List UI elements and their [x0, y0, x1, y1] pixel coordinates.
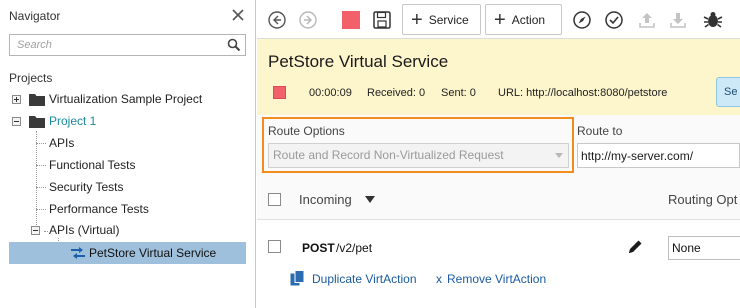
pencil-icon[interactable] — [627, 238, 644, 255]
save-icon[interactable] — [372, 10, 392, 30]
route-to-label: Route to — [577, 124, 623, 138]
tree-connector — [36, 187, 46, 188]
tree-item-project-1[interactable]: Project 1 — [0, 111, 256, 132]
tree-item-label: APIs (Virtual) — [49, 223, 120, 237]
chevron-down-icon — [555, 153, 563, 158]
service-header: PetStore Virtual Service 00:00:09 Receiv… — [257, 39, 740, 115]
checkmark-icon[interactable] — [604, 10, 624, 30]
stop-icon[interactable] — [341, 10, 361, 30]
compass-icon[interactable] — [572, 10, 592, 30]
navigator-title: Navigator — [9, 9, 61, 23]
forward-icon[interactable] — [298, 10, 318, 30]
back-icon[interactable] — [267, 10, 287, 30]
tree-connector — [36, 131, 37, 231]
page-title: PetStore Virtual Service — [268, 52, 449, 71]
select-all-checkbox[interactable] — [268, 193, 281, 206]
service-url: URL: http://localhost:8080/petstore — [498, 87, 668, 99]
upload-icon[interactable] — [637, 10, 657, 30]
toolbar: + Service + Action — [257, 0, 740, 39]
add-service-icon: + — [411, 8, 423, 31]
tree-item-label: Functional Tests — [49, 158, 136, 172]
close-icon[interactable] — [230, 7, 246, 23]
folder-icon — [29, 115, 45, 128]
add-action-button[interactable]: + Action — [485, 4, 562, 35]
add-action-label: Action — [511, 12, 546, 27]
row-checkbox[interactable] — [268, 240, 281, 253]
virtual-service-icon — [70, 246, 86, 260]
route-options-dropdown[interactable]: Route and Record Non-Virtualized Request — [268, 143, 569, 168]
tree-item-apis-virtual[interactable]: APIs (Virtual) — [31, 220, 251, 241]
tree-item-petstore-virtual-service[interactable]: PetStore Virtual Service — [9, 242, 246, 264]
route-options-value: Route and Record Non-Virtualized Request — [273, 148, 504, 162]
routing-option-value: None — [672, 241, 701, 255]
tree-connector — [36, 209, 46, 210]
table-row — [257, 221, 740, 308]
bug-icon[interactable] — [702, 10, 723, 30]
tree-connector — [36, 165, 46, 166]
route-to-field[interactable] — [577, 143, 740, 168]
download-icon[interactable] — [668, 10, 688, 30]
service-settings-button[interactable]: Se — [716, 77, 740, 107]
service-stop-icon[interactable] — [273, 86, 286, 99]
tree-connector — [36, 143, 46, 144]
duplicate-virtaction-link[interactable]: Duplicate VirtAction — [312, 272, 417, 286]
tree-item-label: Virtualization Sample Project — [49, 92, 203, 106]
add-service-button[interactable]: + Service — [402, 4, 481, 35]
column-header-incoming[interactable]: Incoming — [299, 192, 352, 207]
projects-label: Projects — [9, 71, 53, 85]
route-options-label: Route Options — [268, 124, 345, 138]
expand-icon[interactable] — [12, 95, 21, 104]
tree-item-label: APIs — [49, 136, 75, 150]
service-sent-count: Sent: 0 — [441, 87, 476, 99]
navigator-search-box — [9, 34, 246, 56]
tree-item-label: PetStore Virtual Service — [89, 246, 217, 260]
tree-item-label: Performance Tests — [49, 202, 149, 216]
duplicate-icon[interactable] — [290, 270, 305, 287]
navigator-panel: Navigator Projects Virtualization Sample… — [0, 0, 256, 308]
http-method: POST — [302, 241, 335, 255]
remove-virtaction-link[interactable]: Remove VirtAction — [447, 272, 546, 286]
collapse-icon[interactable] — [31, 226, 40, 235]
search-input[interactable] — [10, 35, 220, 55]
search-icon[interactable] — [227, 38, 241, 52]
tree-item-label: Security Tests — [49, 180, 124, 194]
tree-item-virtualization-sample-project[interactable]: Virtualization Sample Project — [0, 89, 256, 110]
remove-icon[interactable]: x — [436, 272, 442, 286]
add-service-label: Service — [428, 12, 469, 27]
service-received-count: Received: 0 — [367, 87, 426, 99]
resource-path: /v2/pet — [336, 241, 373, 255]
tree-item-label: Project 1 — [49, 114, 97, 128]
sort-down-icon[interactable] — [365, 196, 375, 203]
collapse-icon[interactable] — [12, 117, 21, 126]
folder-icon — [29, 93, 45, 106]
column-header-routing[interactable]: Routing Opt — [668, 192, 737, 207]
routing-option-dropdown[interactable]: None — [668, 236, 740, 260]
service-runtime: 00:00:09 — [309, 87, 352, 99]
add-action-icon: + — [494, 8, 506, 31]
